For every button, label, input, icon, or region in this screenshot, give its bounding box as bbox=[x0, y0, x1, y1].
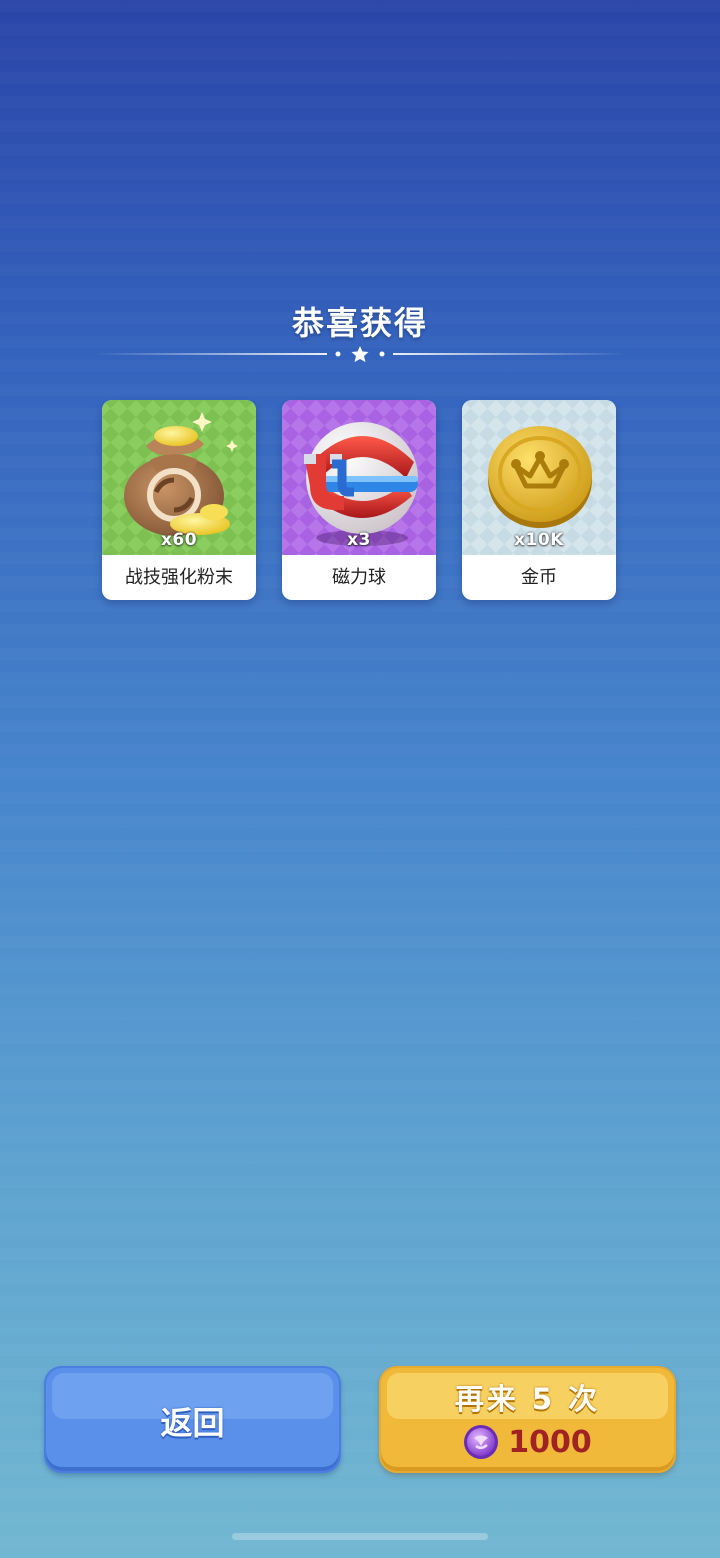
draw-again-button[interactable]: 再来 5 次 1000 bbox=[379, 1366, 676, 1473]
reward-name: 战技强化粉末 bbox=[125, 567, 233, 588]
reward-quantity: x10K bbox=[514, 530, 564, 550]
home-indicator[interactable] bbox=[232, 1533, 488, 1540]
reward-name: 金币 bbox=[521, 567, 557, 588]
draw-cost-value: 1000 bbox=[508, 1424, 592, 1460]
page-title: 恭喜获得 bbox=[291, 304, 428, 342]
reward-list: x60 战技强化粉末 x3 磁力球 x10K 金币 bbox=[102, 400, 617, 600]
background-pattern bbox=[0, 0, 720, 1558]
reward-card-gold-coin[interactable]: x10K 金币 bbox=[462, 400, 616, 600]
reward-quantity: x60 bbox=[160, 530, 198, 550]
title-divider bbox=[95, 346, 625, 362]
reward-quantity: x3 bbox=[347, 530, 371, 550]
reward-card-magnet-ball[interactable]: x3 磁力球 bbox=[282, 400, 436, 600]
draw-cost: 1000 bbox=[381, 1424, 674, 1464]
back-button-label: 返回 bbox=[160, 1404, 225, 1442]
draw-again-label: 再来 5 次 bbox=[454, 1382, 601, 1416]
back-button[interactable]: 返回 bbox=[44, 1366, 341, 1473]
reward-name: 磁力球 bbox=[332, 567, 386, 588]
purple-gem-coin-icon bbox=[464, 1425, 499, 1459]
reward-card-powder[interactable]: x60 战技强化粉末 bbox=[102, 400, 256, 600]
